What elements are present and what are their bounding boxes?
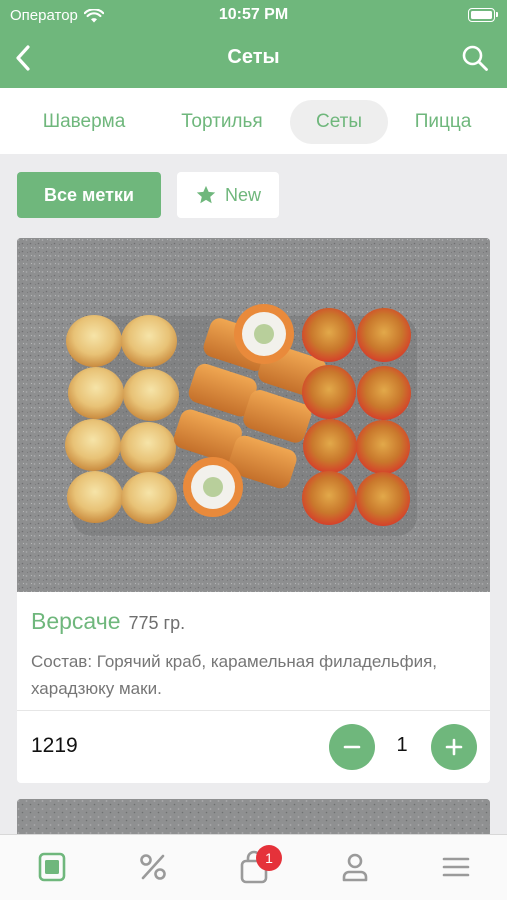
search-icon [462, 45, 488, 71]
product-heading: Версаче 775 гр. [31, 608, 185, 635]
hamburger-icon [442, 857, 470, 877]
percent-icon [140, 854, 166, 880]
category-tabs: Шаверма Тортилья Сеты Пицца [0, 88, 507, 154]
tab-profile[interactable] [335, 849, 375, 885]
tab-menu[interactable] [32, 849, 72, 885]
tab-more[interactable] [436, 849, 476, 885]
product-name: Версаче [31, 608, 121, 634]
tab-tortilla[interactable]: Тортилья [164, 100, 280, 144]
star-icon [196, 185, 216, 204]
divider [17, 710, 490, 711]
tab-shaverma[interactable]: Шаверма [24, 100, 144, 144]
cart-count-badge: 1 [256, 845, 282, 871]
product-photo [17, 238, 490, 592]
next-product-card[interactable] [17, 799, 490, 839]
decrease-quantity-button[interactable] [329, 724, 375, 770]
new-tag-button[interactable]: New [177, 172, 279, 218]
product-weight: 775 гр. [128, 613, 186, 633]
tab-sets[interactable]: Сеты [290, 100, 388, 144]
plus-icon [445, 738, 463, 756]
top-navigation-bar: Оператор 10:57 PM Сеты [0, 0, 507, 88]
minus-icon [343, 745, 361, 749]
clock: 10:57 PM [218, 6, 289, 23]
all-tags-button[interactable]: Все метки [17, 172, 161, 218]
search-button[interactable] [459, 42, 491, 74]
page-title: Сеты [227, 46, 280, 68]
tab-pizza[interactable]: Пицца [400, 100, 486, 144]
new-tag-label: New [224, 184, 261, 205]
increase-quantity-button[interactable] [431, 724, 477, 770]
product-price: 1219 [31, 734, 78, 757]
profile-icon [342, 853, 368, 882]
status-bar: Оператор 10:57 PM [0, 0, 507, 32]
product-card[interactable]: Версаче 775 гр. Состав: Горячий краб, ка… [17, 238, 490, 783]
tab-promotions[interactable] [133, 849, 173, 885]
product-description: Состав: Горячий краб, карамельная филаде… [31, 652, 438, 698]
quantity-value: 1 [396, 734, 408, 756]
menu-icon [38, 852, 66, 882]
battery-icon [468, 8, 498, 22]
bottom-tab-bar: 1 [0, 834, 507, 900]
